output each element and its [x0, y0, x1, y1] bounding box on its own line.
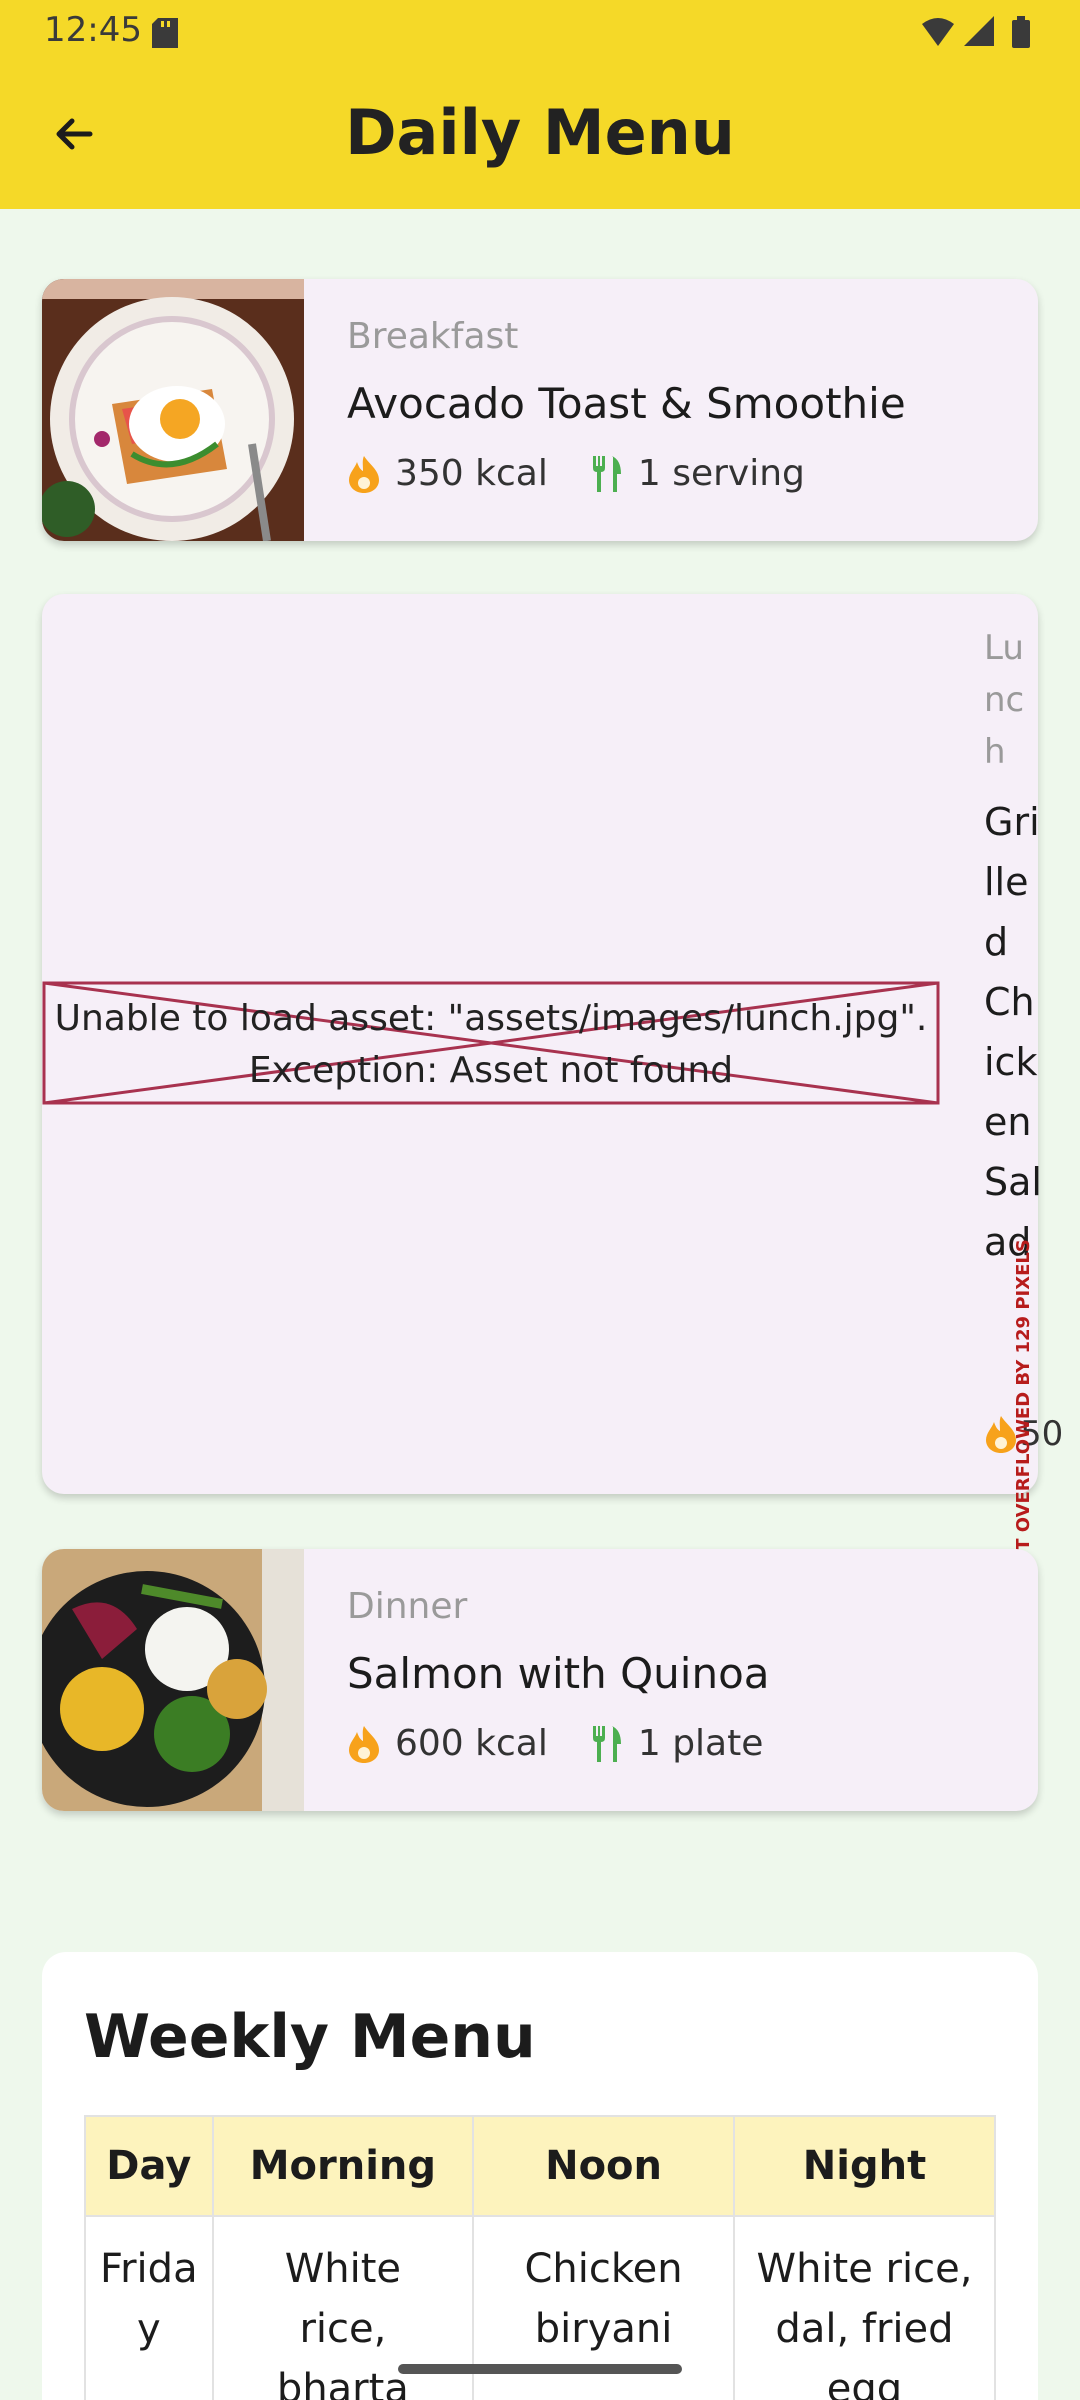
flame-icon	[349, 455, 379, 493]
overflow-warning: T OVERFLOWED BY 129 PIXELS	[1012, 1230, 1046, 1560]
weekly-menu-table: Day Morning Noon Night Friday White rice…	[84, 2115, 997, 2400]
breakfast-photo	[42, 279, 304, 541]
error-line-2: Exception: Asset not found	[248, 1050, 734, 1091]
weekly-menu-card: Weekly Menu Day Morning Noon Night Frida…	[42, 1952, 1038, 2400]
app-bar: 12:45 Daily Menu	[0, 0, 1080, 209]
dinner-photo	[42, 1549, 304, 1811]
table-header-row: Day Morning Noon Night	[84, 2115, 997, 2217]
meal-meta: 600 kcal 1 plate	[347, 1723, 763, 1764]
meal-name: Grilled Chicken Salad	[984, 800, 1042, 1264]
image-error-text: Unable to load asset: "assets/images/lun…	[42, 981, 940, 1097]
table-cell: Friday	[84, 2215, 214, 2400]
meal-portion: 1 serving	[637, 453, 805, 494]
status-icons	[922, 16, 1030, 48]
home-indicator[interactable]	[398, 2364, 682, 2374]
meal-type: Dinner	[347, 1586, 468, 1627]
page-title: Daily Menu	[345, 96, 735, 169]
error-line-1: Unable to load asset: "assets/images/lun…	[54, 998, 928, 1039]
column-header: Night	[732, 2115, 997, 2217]
meal-kcal: 600 kcal	[395, 1723, 548, 1764]
sd-card-icon	[152, 18, 178, 48]
status-time: 12:45	[44, 10, 142, 50]
signal-icon	[964, 16, 994, 46]
meal-type: Lunch	[984, 628, 1025, 772]
battery-icon	[1012, 16, 1030, 48]
column-header: Morning	[211, 2115, 475, 2217]
table-cell: White rice, dal, fried egg	[732, 2215, 997, 2400]
meal-type: Breakfast	[347, 316, 519, 357]
utensils-icon	[592, 1725, 621, 1762]
overflow-text: T OVERFLOWED BY 129 PIXELS	[1013, 1239, 1034, 1551]
meal-card-lunch[interactable]: Unable to load asset: "assets/images/lun…	[42, 594, 1063, 1494]
meal-name: Avocado Toast & Smoothie	[347, 379, 906, 428]
column-header: Day	[84, 2115, 214, 2217]
image-error-placeholder: Unable to load asset: "assets/images/lun…	[42, 981, 940, 1105]
flame-icon	[349, 1725, 379, 1763]
meal-meta: 350 kcal 1 serving	[347, 453, 805, 494]
weekly-menu-title: Weekly Menu	[84, 2002, 536, 2072]
column-header: Noon	[472, 2115, 735, 2217]
meal-card-breakfast[interactable]: Breakfast Avocado Toast & Smoothie 350 k…	[42, 279, 1038, 541]
meal-name: Salmon with Quinoa	[347, 1649, 770, 1698]
meal-kcal: 350 kcal	[395, 453, 548, 494]
meal-portion: 1 plate	[637, 1723, 764, 1764]
utensils-icon	[592, 455, 621, 492]
meal-card-dinner[interactable]: Dinner Salmon with Quinoa 600 kcal 1 pla…	[42, 1549, 1038, 1811]
wifi-icon	[922, 18, 954, 46]
daily-menu-screen: 12:45 Daily Menu Breakfast Avocado Toast…	[0, 0, 1080, 2400]
